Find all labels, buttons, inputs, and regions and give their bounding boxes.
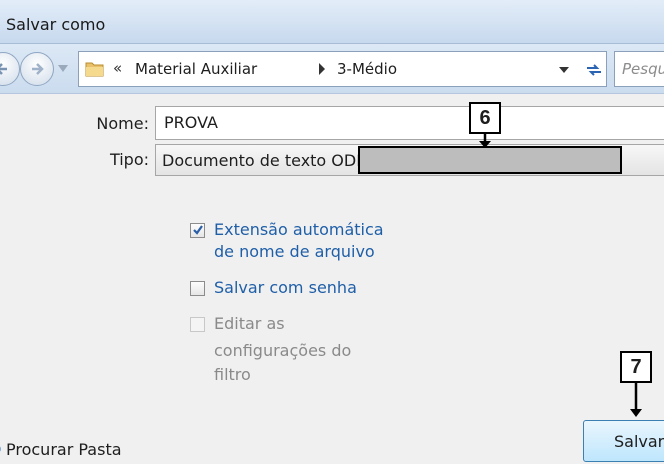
callout-7-arrow [630, 382, 642, 417]
recent-pages-dropdown-icon[interactable] [58, 65, 68, 73]
file-name-value: PROVA [164, 113, 218, 132]
breadcrumb-separator-icon[interactable] [317, 62, 327, 76]
callout-7: 7 [620, 351, 652, 383]
address-overflow-chevron[interactable]: « [113, 59, 122, 77]
window-title: Salvar como [6, 15, 106, 34]
breadcrumb-material-auxiliar[interactable]: Material Auxiliar [135, 60, 257, 78]
type-label: Tipo: [109, 150, 149, 169]
address-bar[interactable]: « Material Auxiliar 3-Médio [78, 51, 607, 87]
auto-extension-label-line1[interactable]: Extensão automática [214, 219, 384, 241]
breadcrumb-3-medio[interactable]: 3-Médio [337, 60, 397, 78]
edit-filter-label-line3: filtro [214, 365, 251, 384]
search-placeholder: Pesqu [622, 60, 664, 78]
forward-arrow-icon [32, 63, 44, 75]
name-label: Nome: [96, 114, 149, 133]
highlight-box [358, 146, 622, 174]
title-bar: Salvar como [0, 0, 664, 44]
save-with-password-label[interactable]: Salvar com senha [214, 277, 357, 299]
search-input[interactable]: Pesqu [614, 51, 664, 87]
auto-extension-checkbox[interactable] [190, 223, 205, 238]
save-with-password-checkbox[interactable] [190, 281, 205, 296]
expand-arrow-icon [0, 446, 1, 452]
checkmark-icon [193, 225, 203, 235]
save-button[interactable]: Salvar [583, 420, 664, 462]
refresh-icon[interactable] [584, 60, 604, 80]
browse-folders-label: Procurar Pasta [6, 440, 122, 459]
forward-button[interactable] [20, 52, 54, 86]
back-arrow-icon [0, 63, 7, 75]
save-button-label: Salvar [614, 432, 664, 451]
navigation-bar: « Material Auxiliar 3-Médio Pesqu [0, 44, 664, 94]
callout-6: 6 [469, 102, 501, 134]
folder-icon [85, 62, 104, 77]
edit-filter-label-line1: Editar as [214, 314, 285, 333]
file-name-input[interactable]: PROVA [155, 106, 664, 140]
auto-extension-label-line2[interactable]: de nome de arquivo [214, 241, 375, 263]
back-button[interactable] [0, 52, 20, 86]
edit-filter-label-line2: configurações do [214, 341, 352, 360]
file-type-value: Documento de texto ODF [162, 151, 366, 170]
address-dropdown-icon[interactable] [559, 67, 569, 74]
callout-6-arrow [479, 133, 491, 148]
edit-filter-settings-checkbox [190, 317, 205, 332]
